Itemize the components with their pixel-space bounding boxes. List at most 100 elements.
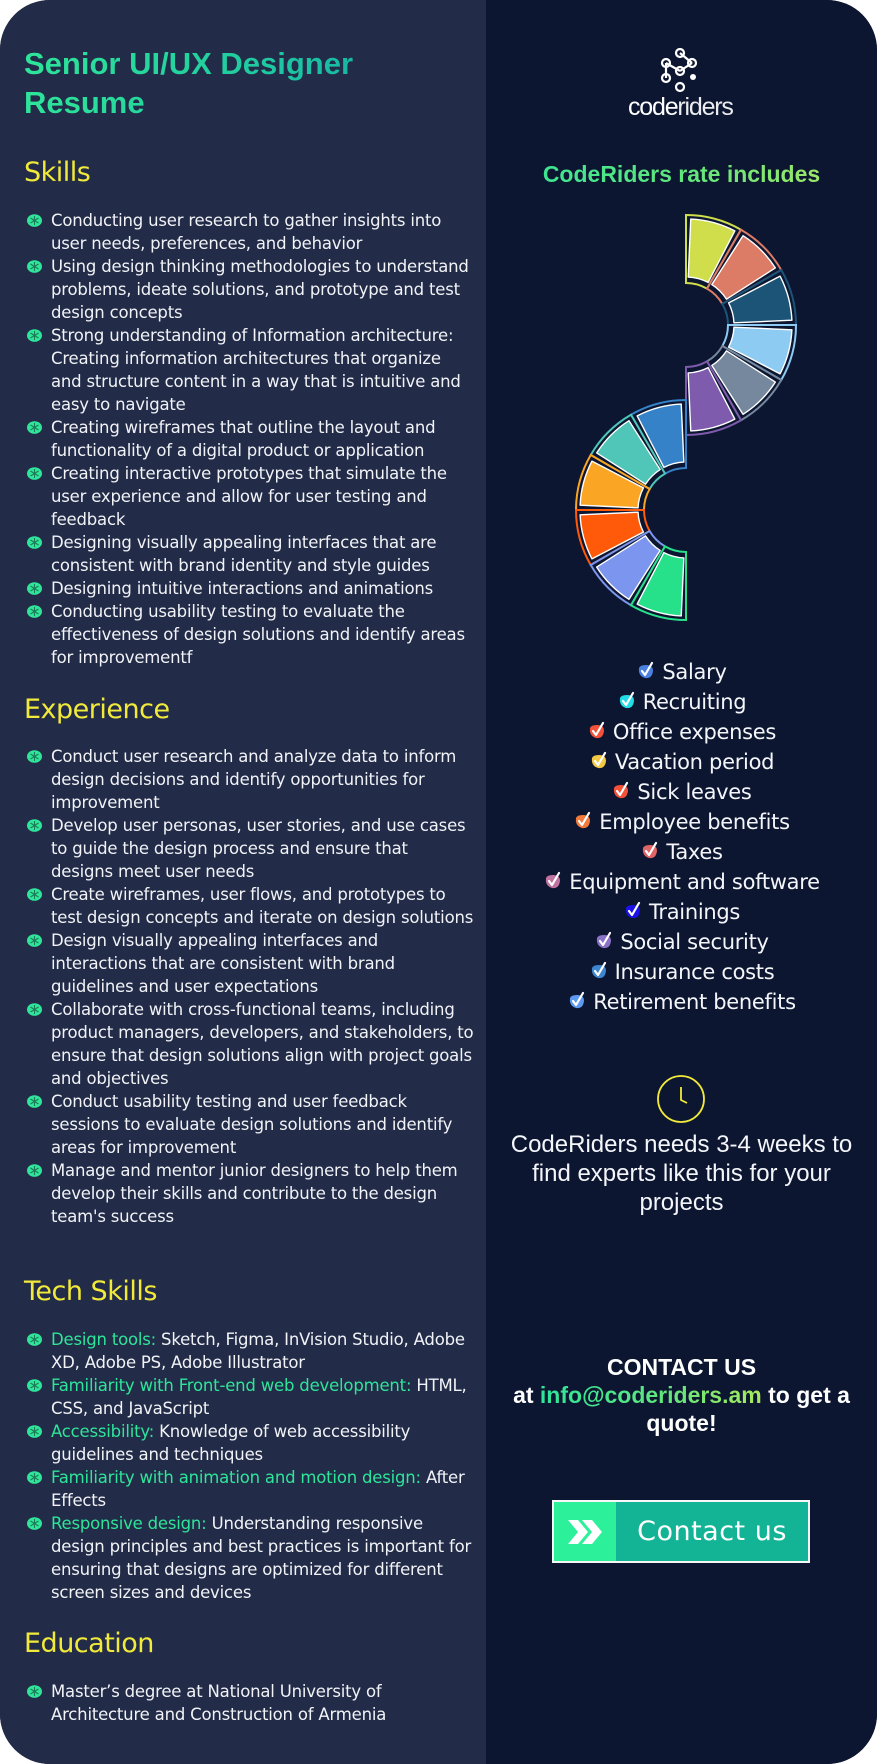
checkmark-icon [625, 901, 641, 919]
tech-skills-list: Design tools: Sketch, Figma, InVision St… [24, 1328, 474, 1604]
list-item: Strong understanding of Information arch… [24, 324, 474, 416]
checkmark-icon [614, 781, 629, 799]
green-badge-icon [27, 214, 42, 227]
list-item: Conduct usability testing and user feedb… [24, 1090, 474, 1159]
rate-include-label: Sick leaves [637, 780, 752, 804]
green-badge-icon [27, 1095, 42, 1108]
green-badge-icon [27, 1471, 42, 1484]
logo-word-bold: code [628, 93, 679, 121]
rate-include-item: Office expenses [486, 717, 877, 747]
rate-include-label: Office expenses [612, 720, 777, 744]
rate-includes-list: Salary Recruiting Office expenses Vacation … [486, 657, 877, 1017]
green-badge-icon [27, 1333, 42, 1346]
list-item: Conducting user research to gather insig… [24, 209, 474, 255]
double-chevron-right-icon [568, 1519, 602, 1544]
rate-include-item: Taxes [486, 837, 877, 867]
tech-skill-item: Familiarity with animation and motion de… [24, 1466, 474, 1512]
rate-include-item: Equipment and software [486, 867, 877, 897]
resume-title: Senior UI/UX Designer Resume [24, 44, 464, 122]
contact-heading: CONTACT US [606, 1354, 757, 1380]
contact-text: CONTACT US at info@coderiders.am to get … [486, 1353, 877, 1437]
green-badge-icon [27, 1003, 42, 1016]
cta-arrow-box [554, 1502, 616, 1561]
network-nodes-icon [660, 48, 698, 93]
list-item-text: Using design thinking methodologies to u… [51, 257, 469, 322]
rate-include-item: Salary [486, 657, 877, 687]
tech-skill-label: Responsive design: [51, 1514, 207, 1533]
green-badge-icon [27, 1164, 42, 1177]
list-item-text: Design visually appealing interfaces and… [51, 931, 395, 996]
contact-us-button[interactable]: Contact us [552, 1500, 810, 1563]
skills-list: Conducting user research to gather insig… [24, 209, 474, 669]
checkmark-icon [570, 991, 585, 1009]
checkmark-icon [643, 841, 658, 859]
list-item-text: Conducting usability testing to evaluate… [51, 602, 465, 667]
green-badge-icon [27, 1379, 42, 1392]
list-item: Manage and mentor junior designers to he… [24, 1159, 474, 1228]
rate-include-item: Insurance costs [486, 957, 877, 987]
green-badge-icon [27, 421, 42, 434]
list-item: Develop user personas, user stories, and… [24, 814, 474, 883]
list-item-text: Conducting user research to gather insig… [51, 211, 442, 253]
rate-include-label: Employee benefits [599, 810, 790, 834]
rate-includes-heading: CodeRiders rate includes [486, 161, 877, 188]
rate-include-label: Salary [662, 660, 727, 684]
list-item: Designing visually appealing interfaces … [24, 531, 474, 577]
tech-skill-item: Familiarity with Front-end web developme… [24, 1374, 474, 1420]
rate-include-item: Recruiting [486, 687, 877, 717]
rate-include-label: Vacation period [614, 750, 775, 774]
rate-include-label: Equipment and software [569, 870, 820, 894]
list-item: Using design thinking methodologies to u… [24, 255, 474, 324]
tech-skill-item: Accessibility: Knowledge of web accessib… [24, 1420, 474, 1466]
experience-list: Conduct user research and analyze data t… [24, 745, 474, 1228]
checkmark-icon [591, 961, 606, 979]
tech-skill-item: Responsive design: Understanding respons… [24, 1512, 474, 1604]
clock-icon [657, 1075, 705, 1123]
green-badge-icon [27, 819, 42, 832]
rate-include-label: Recruiting [642, 690, 747, 714]
checkmark-icon [576, 811, 591, 829]
checkmark-icon [546, 871, 561, 889]
list-item-text: Manage and mentor junior designers to he… [51, 1161, 458, 1226]
hiring-time-text: CodeRiders needs 3-4 weeks to find exper… [510, 1131, 853, 1216]
tech-skill-label: Familiarity with Front-end web developme… [51, 1376, 412, 1395]
checkmark-icon [639, 661, 654, 679]
resume-column: Senior UI/UX Designer Resume Skills Cond… [0, 0, 486, 1764]
green-badge-icon [27, 329, 42, 342]
tech-skill-label: Design tools: [51, 1330, 157, 1349]
list-item: Designing intuitive interactions and ani… [24, 577, 474, 600]
list-item-text: Master’s degree at National University o… [51, 1682, 387, 1724]
green-badge-icon [27, 536, 42, 549]
green-badge-icon [27, 888, 42, 901]
education-heading: Education [24, 1628, 154, 1659]
rate-include-label: Social security [620, 930, 769, 954]
rate-spiral-graphic [574, 213, 798, 622]
checkmark-icon [589, 721, 605, 739]
cta-label: Contact us [616, 1502, 808, 1561]
list-item-text: Designing visually appealing interfaces … [51, 533, 437, 575]
list-item: Creating wireframes that outline the lay… [24, 416, 474, 462]
experience-heading: Experience [24, 694, 170, 725]
rate-include-item: Trainings [486, 897, 877, 927]
contact-email-link[interactable]: info@coderiders.am [540, 1382, 762, 1408]
list-item-text: Creating wireframes that outline the lay… [51, 418, 436, 460]
list-item-text: Create wireframes, user flows, and proto… [51, 885, 474, 927]
list-item-text: Conduct usability testing and user feedb… [51, 1092, 453, 1157]
skills-heading: Skills [24, 157, 91, 188]
green-badge-icon [27, 750, 42, 763]
rate-include-item: Retirement benefits [486, 987, 877, 1017]
list-item: Creating interactive prototypes that sim… [24, 462, 474, 531]
coderiders-logo[interactable]: coderiders [628, 48, 734, 121]
list-item: Conducting usability testing to evaluate… [24, 600, 474, 669]
green-badge-icon [27, 605, 42, 618]
green-badge-icon [27, 260, 42, 273]
green-badge-icon [27, 1425, 42, 1438]
resume-card: Senior UI/UX Designer Resume Skills Cond… [0, 0, 877, 1764]
rate-include-label: Taxes [666, 840, 723, 864]
rate-include-item: Sick leaves [486, 777, 877, 807]
list-item: Conduct user research and analyze data t… [24, 745, 474, 814]
list-item: Design visually appealing interfaces and… [24, 929, 474, 998]
checkmark-icon [597, 931, 612, 949]
rate-include-label: Insurance costs [614, 960, 775, 984]
green-badge-icon [27, 582, 42, 595]
